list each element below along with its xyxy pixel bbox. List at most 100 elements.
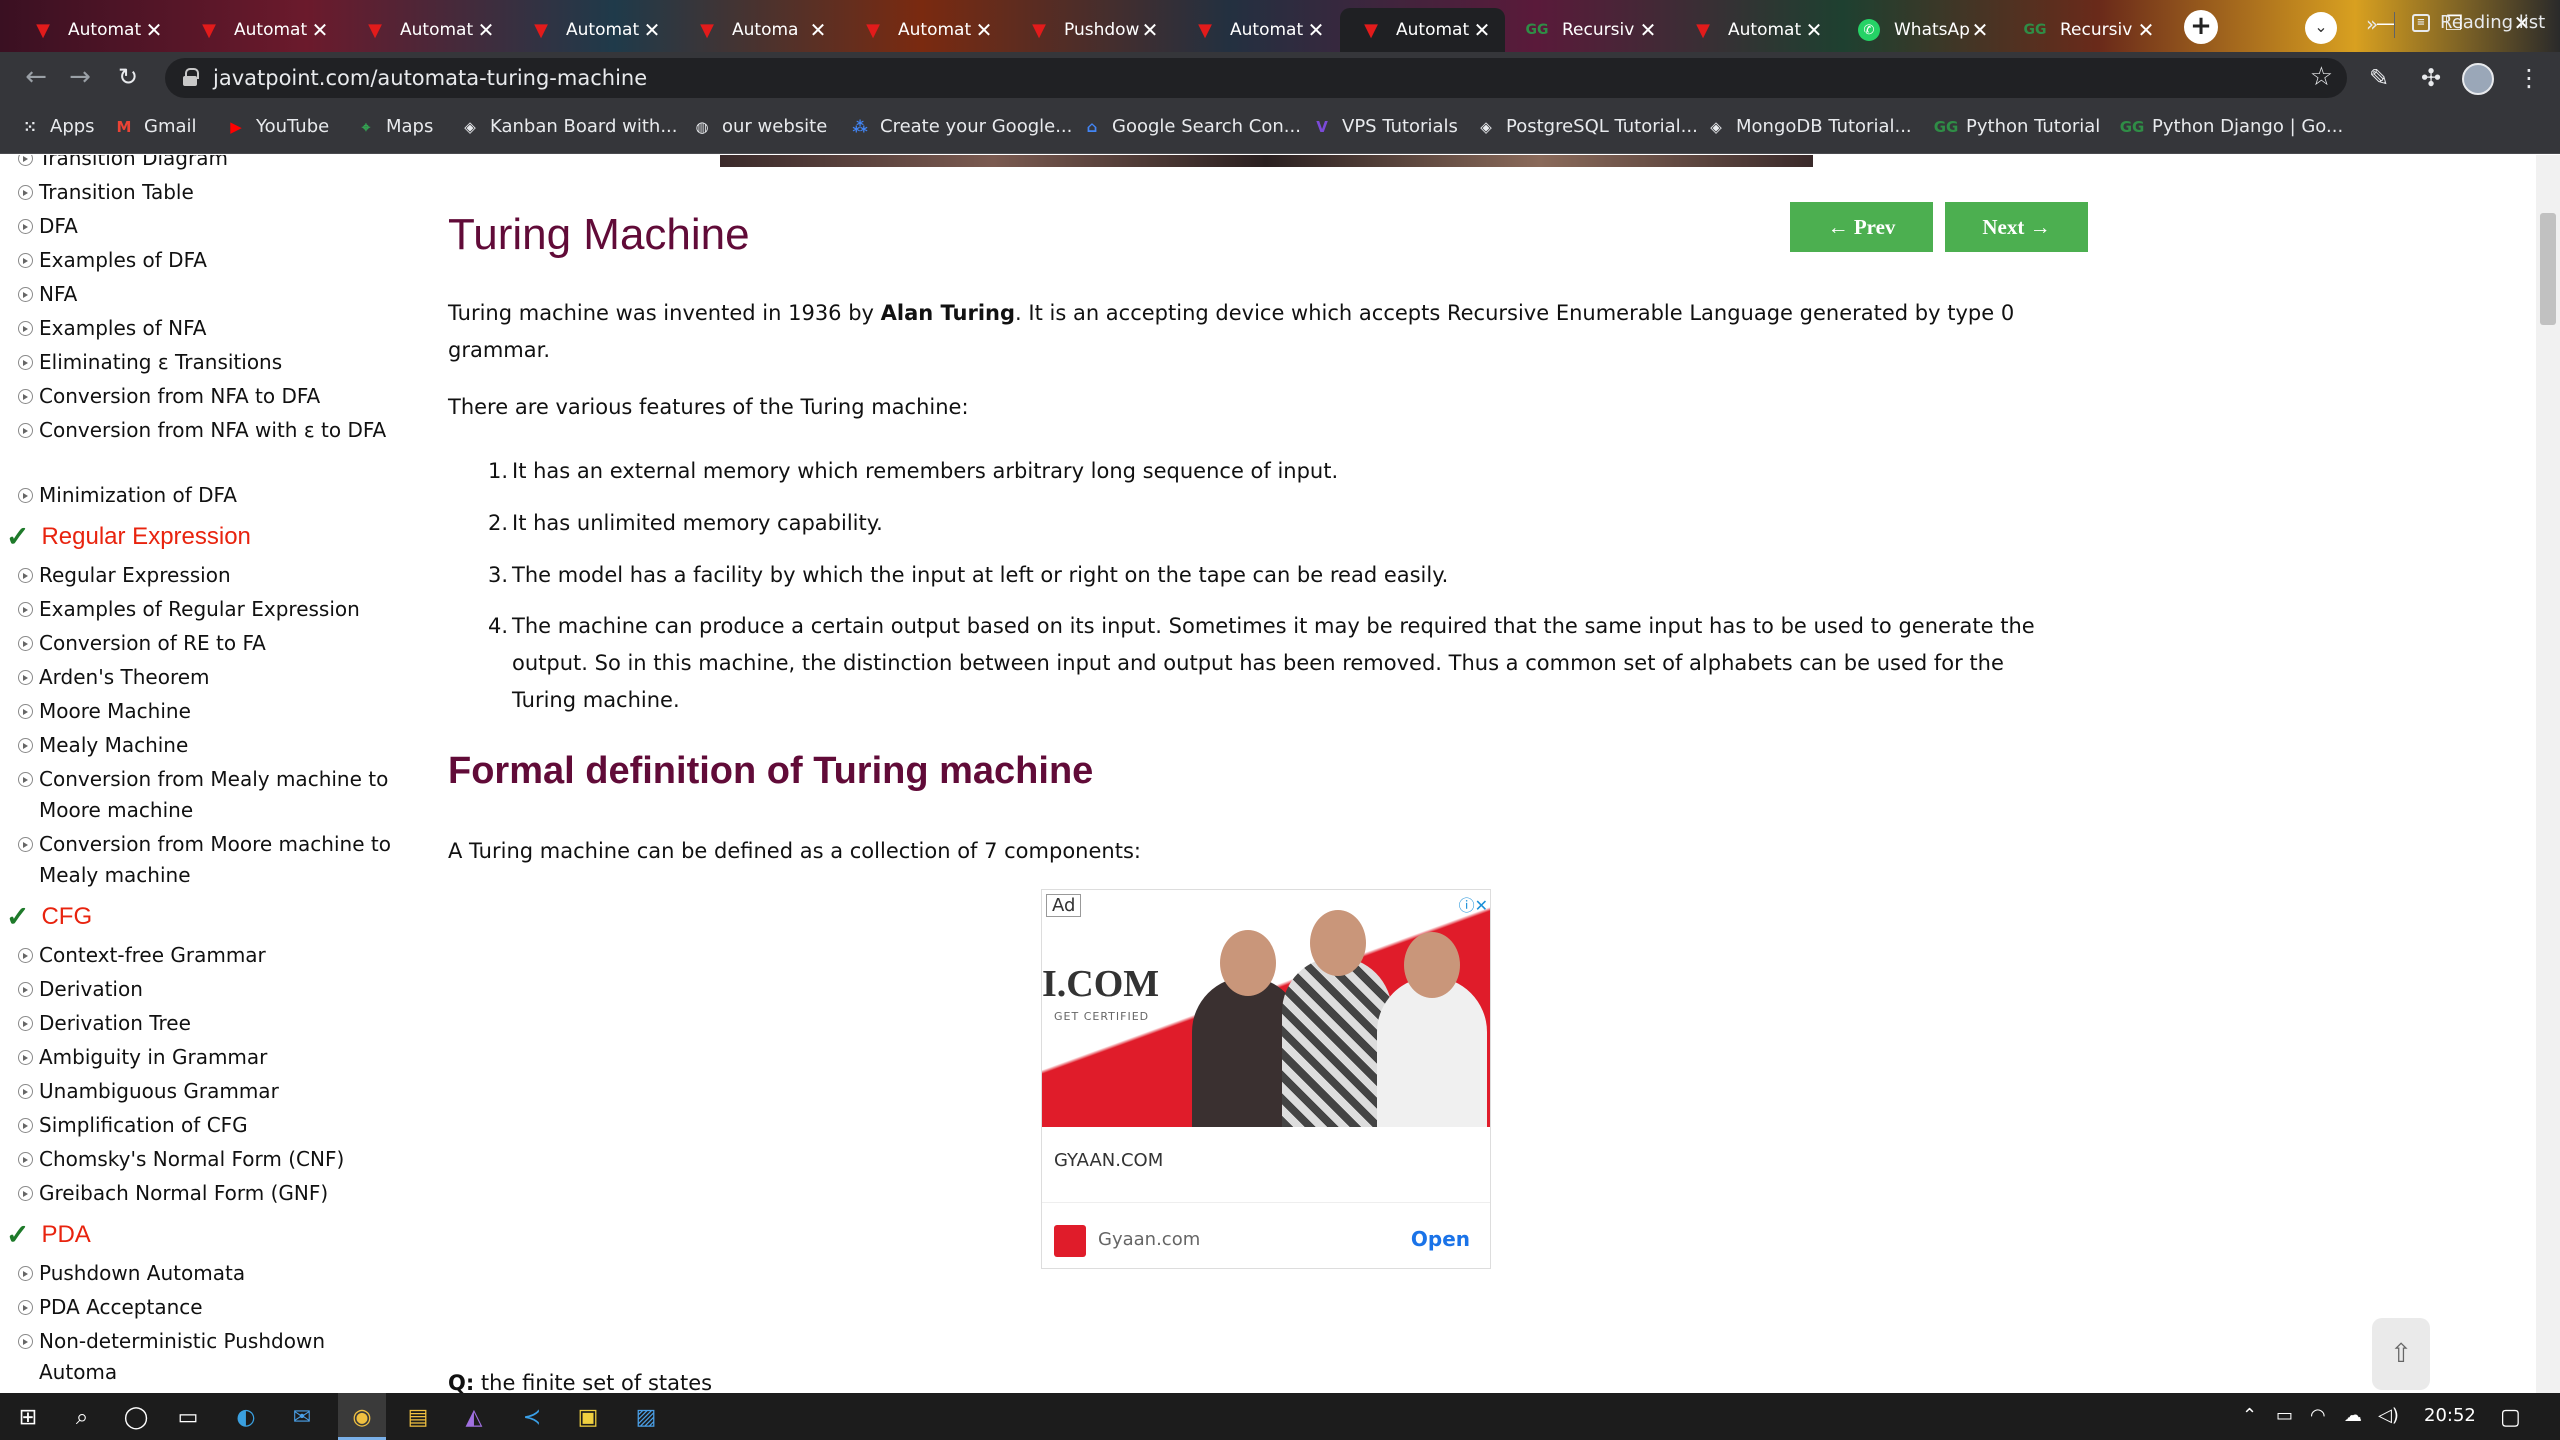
sidebar-item[interactable]: Simplification of CFG	[18, 1110, 408, 1141]
page-scrollbar[interactable]	[2536, 155, 2560, 1393]
bookmarks-overflow-button[interactable]: »	[2366, 12, 2378, 36]
sidebar-item[interactable]: Examples of DFA	[18, 245, 408, 276]
sidebar-item[interactable]: Regular Expression	[18, 560, 408, 591]
ad-choices-close-icon[interactable]: ⓘ✕	[1459, 892, 1488, 916]
ad-domain[interactable]: GYAAN.COM	[1054, 1150, 1163, 1171]
visual-studio-icon[interactable]: ◭	[458, 1401, 490, 1433]
search-icon[interactable]: ⌕	[66, 1401, 98, 1433]
bookmark-item[interactable]: ◍ our website	[692, 116, 827, 137]
pen-extension-icon[interactable]: ✎	[2364, 64, 2394, 92]
notifications-icon[interactable]: ▢	[2500, 1405, 2521, 1430]
close-tab-icon[interactable]: ✕	[2135, 18, 2157, 42]
close-tab-icon[interactable]: ✕	[1803, 18, 1825, 42]
close-tab-icon[interactable]: ✕	[1305, 18, 1327, 42]
browser-tab[interactable]: ▼ Pushdow ✕	[1008, 8, 1173, 52]
browser-tab[interactable]: ▼ Automat ✕	[178, 8, 343, 52]
sidebar-item[interactable]: Eliminating ε Transitions	[18, 347, 408, 378]
bookmark-item[interactable]: ◈ MongoDB Tutorial...	[1706, 116, 1911, 137]
back-button[interactable]: ←	[20, 62, 52, 94]
close-tab-icon[interactable]: ✕	[641, 18, 663, 42]
mail-icon[interactable]: ✉	[286, 1401, 318, 1433]
ad-image[interactable]: I.COM GET CERTIFIED Ad ⓘ✕	[1042, 890, 1490, 1127]
close-tab-icon[interactable]: ✕	[309, 18, 331, 42]
browser-tab[interactable]: GG Recursiv ✕	[1506, 8, 1671, 52]
sidebar-item[interactable]: Chomsky's Normal Form (CNF)	[18, 1144, 408, 1175]
extensions-puzzle-icon[interactable]: ✣	[2416, 64, 2446, 92]
battery-icon[interactable]: ▭	[2276, 1405, 2293, 1426]
bookmark-item[interactable]: ⁂ Create your Google...	[850, 116, 1072, 137]
profile-avatar[interactable]	[2462, 63, 2494, 95]
sidebar-item[interactable]: Pushdown Automata	[18, 1258, 408, 1289]
bookmark-star-icon[interactable]: ☆	[2310, 62, 2333, 92]
clock[interactable]: 20:52	[2424, 1405, 2476, 1426]
kebab-menu-icon[interactable]: ⋮	[2514, 64, 2544, 92]
sidebar-item[interactable]: Conversion of RE to FA	[18, 628, 408, 659]
browser-tab[interactable]: ▼ Automat ✕	[1174, 8, 1339, 52]
scroll-to-top-button[interactable]: ⇧	[2372, 1318, 2430, 1390]
scrollbar-thumb[interactable]	[2540, 213, 2556, 325]
browser-tab[interactable]: ▼ Automat ✕	[1672, 8, 1837, 52]
close-tab-icon[interactable]: ✕	[807, 18, 829, 42]
sidebar-section-heading[interactable]: ✓ CFG	[6, 900, 92, 933]
ad-open-button[interactable]: Open	[1411, 1227, 1470, 1251]
address-bar[interactable]: javatpoint.com/automata-turing-machine ☆	[165, 58, 2347, 98]
url-text[interactable]: javatpoint.com/automata-turing-machine	[213, 66, 647, 90]
bookmark-item[interactable]: ◈ PostgreSQL Tutorial...	[1476, 116, 1698, 137]
windows-start-icon[interactable]: ⊞	[12, 1401, 44, 1433]
browser-tab[interactable]: ▼ Automat ✕	[510, 8, 675, 52]
sidebar-item[interactable]: Arden's Theorem	[18, 662, 408, 693]
sidebar-item[interactable]: Transition Diagram	[18, 155, 408, 174]
bookmark-item[interactable]: ⌂ Google Search Con...	[1082, 116, 1301, 137]
sidebar-item[interactable]: Conversion from NFA to DFA	[18, 381, 408, 412]
minimize-button[interactable]: —	[2356, 6, 2416, 40]
close-tab-icon[interactable]: ✕	[143, 18, 165, 42]
app-icon[interactable]: ▨	[630, 1401, 662, 1433]
close-tab-icon[interactable]: ✕	[1139, 18, 1161, 42]
new-tab-button[interactable]: +	[2184, 10, 2218, 44]
cortana-icon[interactable]: ◯	[120, 1401, 152, 1433]
tray-chevron-icon[interactable]: ⌃	[2242, 1405, 2257, 1426]
bookmark-item[interactable]: ◈ Kanban Board with...	[460, 116, 677, 137]
bookmark-item[interactable]: M Gmail	[114, 116, 197, 137]
bookmark-item[interactable]: GG Python Tutorial	[1934, 116, 2101, 137]
close-tab-icon[interactable]: ✕	[973, 18, 995, 42]
sidebar-item[interactable]: Ambiguity in Grammar	[18, 1042, 408, 1073]
advertisement[interactable]: I.COM GET CERTIFIED Ad ⓘ✕ GYAAN.COM Gyaa…	[1041, 889, 1491, 1269]
sidebar-item[interactable]: Unambiguous Grammar	[18, 1076, 408, 1107]
sidebar-item[interactable]: PDA Acceptance	[18, 1292, 408, 1323]
close-tab-icon[interactable]: ✕	[1471, 18, 1493, 42]
volume-icon[interactable]: ◁)	[2378, 1405, 2399, 1426]
sidebar-item[interactable]: Moore Machine	[18, 696, 408, 727]
next-button[interactable]: Next →	[1945, 202, 2088, 252]
wifi-icon[interactable]: ◠	[2310, 1405, 2326, 1426]
close-tab-icon[interactable]: ✕	[475, 18, 497, 42]
sidebar-item[interactable]: Conversion from Moore machine to Mealy m…	[18, 829, 408, 891]
browser-tab[interactable]: ▼ Automat ✕	[12, 8, 177, 52]
close-tab-icon[interactable]: ✕	[1969, 18, 1991, 42]
browser-tab[interactable]: ✆ WhatsAp ✕	[1838, 8, 2003, 52]
sidebar-item[interactable]: Greibach Normal Form (GNF)	[18, 1178, 408, 1209]
chrome-icon[interactable]: ◉	[346, 1401, 378, 1433]
bookmark-item[interactable]: ⁙ Apps	[20, 116, 95, 137]
task-view-icon[interactable]: ▭	[172, 1401, 204, 1433]
edge-icon[interactable]: ◐	[230, 1401, 262, 1433]
sidebar-item[interactable]: NFA	[18, 279, 408, 310]
browser-tab[interactable]: ▼ Automat ✕	[1340, 8, 1505, 52]
sidebar-item[interactable]: Context-free Grammar	[18, 940, 408, 971]
vscode-icon[interactable]: ≺	[516, 1401, 548, 1433]
prev-button[interactable]: ← Prev	[1790, 202, 1933, 252]
sidebar-item[interactable]: Examples of NFA	[18, 313, 408, 344]
sidebar-item[interactable]: Transition Table	[18, 177, 408, 208]
file-explorer-icon[interactable]: ▤	[402, 1401, 434, 1433]
sidebar-item[interactable]: DFA	[18, 211, 408, 242]
bookmark-item[interactable]: V VPS Tutorials	[1312, 116, 1458, 137]
sidebar-section-heading[interactable]: ✓ Regular Expression	[6, 520, 251, 553]
tab-search-button[interactable]: ⌄	[2305, 12, 2337, 44]
browser-tab[interactable]: ▼ Automat ✕	[344, 8, 509, 52]
sidebar-item[interactable]: Conversion from NFA with ε to DFA	[18, 415, 408, 446]
reload-button[interactable]: ↻	[112, 62, 144, 94]
sidebar-item[interactable]: Non-deterministic Pushdown Automa	[18, 1326, 408, 1388]
sidebar-item[interactable]: Minimization of DFA	[18, 480, 408, 511]
sidebar-section-heading[interactable]: ✓ PDA	[6, 1218, 91, 1251]
close-tab-icon[interactable]: ✕	[1637, 18, 1659, 42]
